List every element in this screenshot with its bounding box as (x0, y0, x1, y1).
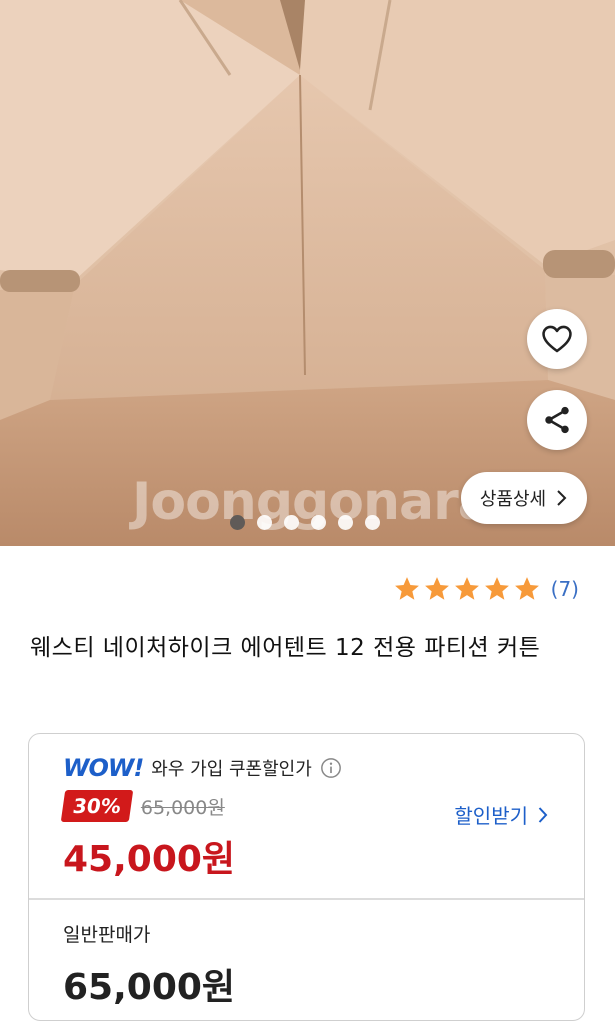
pagination-dot[interactable] (311, 515, 326, 530)
original-price: 65,000원 (140, 796, 225, 819)
normal-price: 65,000원 (63, 967, 236, 1008)
pagination-dot[interactable] (284, 515, 299, 530)
heart-icon (542, 325, 572, 353)
normal-price-label: 일반판매가 (63, 924, 151, 946)
like-button[interactable] (527, 309, 587, 369)
star-icon (424, 577, 449, 600)
star-icon (454, 577, 479, 600)
wow-logo: WOW! (63, 754, 144, 782)
discount-row: 30% 65,000원 (60, 790, 225, 822)
rating-summary[interactable]: (7) (393, 575, 579, 603)
wow-coupon-label: 와우 가입 쿠폰할인가 (151, 759, 312, 780)
review-count-link[interactable]: (7) (551, 577, 579, 601)
get-discount-link[interactable]: 할인받기 (454, 800, 548, 829)
pagination-dot[interactable] (338, 515, 353, 530)
product-detail-label: 상품상세 (479, 489, 547, 510)
chevron-right-icon (557, 490, 567, 506)
star-icon (514, 577, 539, 600)
star-icon (484, 577, 509, 600)
star-icon (394, 577, 419, 600)
product-detail-button[interactable]: 상품상세 (461, 472, 587, 524)
price-card: WOW! 와우 가입 쿠폰할인가 30% 65,000원 할인받기 45,000… (28, 733, 585, 1021)
chevron-right-icon (538, 806, 548, 823)
pagination-dot[interactable] (257, 515, 272, 530)
wow-coupon-row: WOW! 와우 가입 쿠폰할인가 (63, 754, 342, 782)
pagination-dot[interactable] (230, 515, 245, 530)
share-button[interactable] (527, 390, 587, 450)
gallery-pagination (230, 515, 380, 530)
product-image-gallery[interactable]: Joonggonara 상품상세 (0, 0, 615, 546)
wow-discount-price: 45,000원 (63, 839, 236, 880)
product-title: 웨스티 네이처하이크 에어텐트 12 전용 파티션 커튼 (30, 635, 541, 661)
get-discount-label: 할인받기 (454, 804, 528, 828)
discount-badge: 30% (60, 790, 134, 822)
tent-interior-image (0, 0, 615, 546)
share-icon (545, 406, 569, 434)
pagination-dot[interactable] (365, 515, 380, 530)
price-divider (29, 898, 584, 900)
info-icon[interactable] (320, 757, 342, 779)
